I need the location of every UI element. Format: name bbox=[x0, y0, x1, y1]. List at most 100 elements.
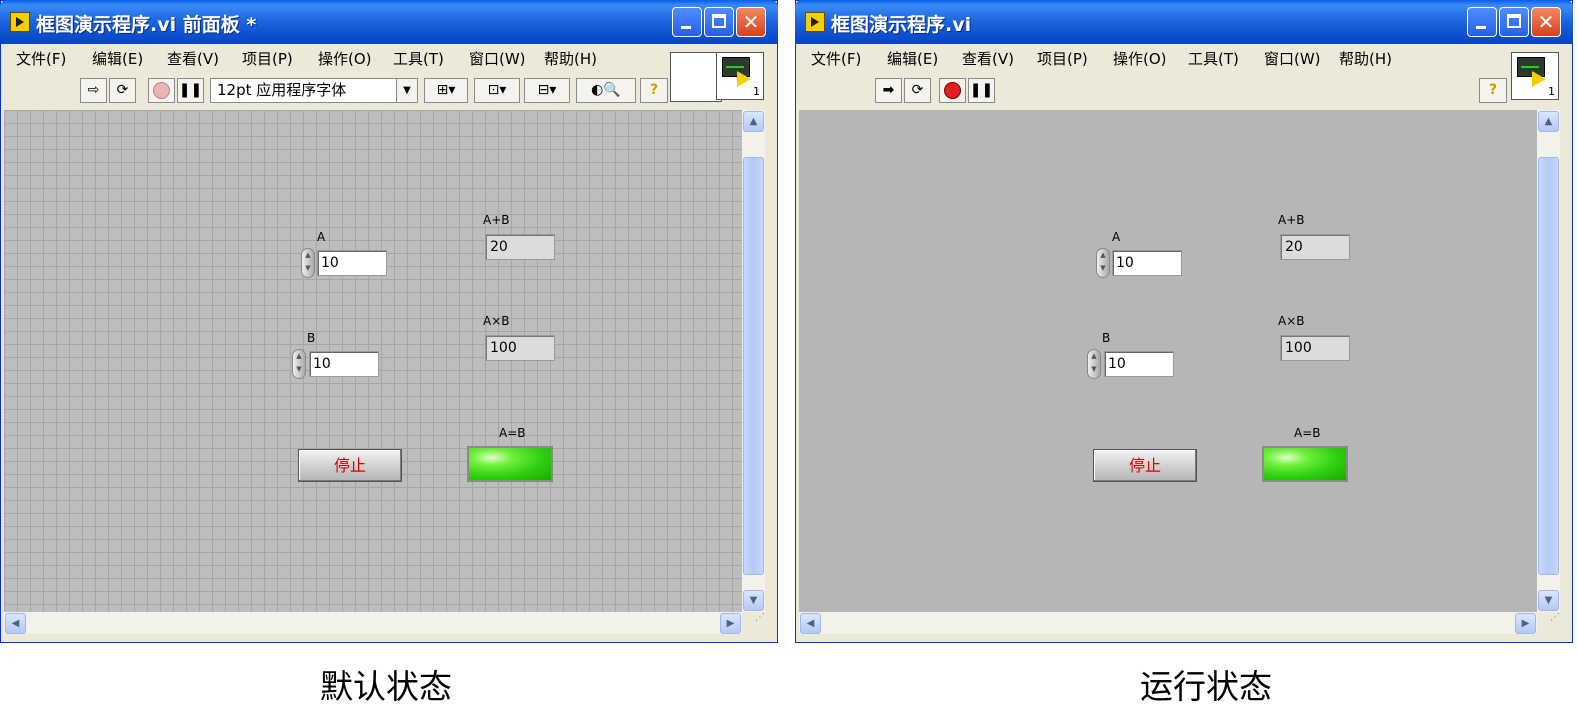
distribute-objects-button[interactable]: ⊡▾ bbox=[474, 78, 520, 103]
indicator-equal-label: A=B bbox=[499, 426, 526, 440]
menu-tools[interactable]: 工具(T) bbox=[393, 48, 444, 69]
stop-button[interactable]: 停止 bbox=[298, 449, 402, 482]
menu-tools[interactable]: 工具(T) bbox=[1188, 48, 1239, 69]
spinner-arrows-icon: ▲ ▼ bbox=[1091, 352, 1097, 373]
help-icon: ? bbox=[1488, 82, 1498, 98]
scroll-up-icon[interactable]: ▲ bbox=[1538, 111, 1559, 132]
maximize-button[interactable] bbox=[1499, 7, 1529, 37]
run-continuously-button[interactable]: ⟳ bbox=[904, 78, 931, 103]
front-panel-canvas[interactable]: A ▲ ▼ 10 A+B 20 B ▲ ▼ 10 A×B 100 A=B 停止 bbox=[799, 110, 1537, 612]
indicator-product-label: A×B bbox=[483, 314, 510, 328]
menu-help[interactable]: 帮助(H) bbox=[1339, 48, 1392, 69]
horizontal-scrollbar[interactable]: ◀ ▶ bbox=[4, 612, 742, 634]
control-b-input[interactable]: 10 bbox=[309, 351, 379, 377]
control-b-input[interactable]: 10 bbox=[1104, 351, 1174, 377]
resize-objects-icon: ⊟▾ bbox=[537, 82, 557, 98]
caption-run-state: 运行状态 bbox=[1140, 667, 1272, 706]
menu-window[interactable]: 窗口(W) bbox=[1264, 48, 1321, 69]
horizontal-scrollbar[interactable]: ◀ ▶ bbox=[799, 612, 1537, 634]
menu-help[interactable]: 帮助(H) bbox=[544, 48, 597, 69]
resize-objects-button[interactable]: ⊟▾ bbox=[524, 78, 570, 103]
window-title: 框图演示程序.vi bbox=[831, 14, 972, 36]
menu-operate[interactable]: 操作(O) bbox=[1113, 48, 1167, 69]
maximize-button[interactable] bbox=[704, 7, 734, 37]
indicator-equal-led bbox=[467, 446, 553, 482]
caption-default-state: 默认状态 bbox=[320, 667, 452, 706]
maximize-icon bbox=[712, 14, 726, 28]
minimize-button[interactable] bbox=[1467, 7, 1497, 37]
resize-grip-icon[interactable]: ⋰ bbox=[742, 612, 765, 634]
close-button[interactable]: ✕ bbox=[1531, 7, 1561, 37]
abort-button[interactable] bbox=[939, 78, 966, 103]
spinner-arrows-icon: ▲ ▼ bbox=[296, 352, 302, 373]
vi-arrow-icon bbox=[737, 71, 751, 87]
indicator-sum-value: 20 bbox=[485, 234, 555, 260]
pause-button[interactable]: ❚❚ bbox=[177, 78, 204, 103]
control-a-increment-decrement[interactable]: ▲ ▼ bbox=[1096, 248, 1110, 278]
abort-button[interactable] bbox=[148, 78, 175, 103]
control-b-increment-decrement[interactable]: ▲ ▼ bbox=[1087, 349, 1101, 379]
icon-pane-number: 1 bbox=[753, 85, 760, 98]
vertical-scrollbar[interactable]: ▲ ▼ bbox=[742, 110, 765, 612]
control-a-input[interactable]: 10 bbox=[317, 250, 387, 276]
vi-icon-pane[interactable]: 1 bbox=[716, 52, 764, 100]
spinner-arrows-icon: ▲ ▼ bbox=[1100, 251, 1106, 272]
scroll-right-icon[interactable]: ▶ bbox=[720, 613, 741, 634]
distribute-objects-icon: ⊡▾ bbox=[487, 82, 507, 98]
resize-grip-icon[interactable]: ⋰ bbox=[1537, 612, 1560, 634]
menu-bar: 文件(F) 编辑(E) 查看(V) 项目(P) 操作(O) 工具(T) 窗口(W… bbox=[799, 44, 1459, 74]
font-selector[interactable]: 12pt 应用程序字体 ▼ bbox=[210, 78, 418, 103]
vertical-scroll-thumb[interactable] bbox=[743, 157, 764, 575]
control-a-increment-decrement[interactable]: ▲ ▼ bbox=[301, 248, 315, 278]
menu-window[interactable]: 窗口(W) bbox=[469, 48, 526, 69]
align-objects-button[interactable]: ⊞▾ bbox=[424, 78, 468, 103]
context-help-button[interactable]: ? bbox=[640, 78, 668, 103]
scroll-left-icon[interactable]: ◀ bbox=[5, 613, 26, 634]
scroll-down-icon[interactable]: ▼ bbox=[1538, 590, 1559, 611]
menu-view[interactable]: 查看(V) bbox=[167, 48, 219, 69]
front-panel-canvas[interactable]: A ▲ ▼ 10 A+B 20 B ▲ ▼ 10 A×B 100 A=B 停止 bbox=[4, 110, 742, 612]
vi-icon-pane[interactable]: 1 bbox=[1511, 52, 1559, 100]
close-icon: ✕ bbox=[742, 10, 760, 34]
close-button[interactable]: ✕ bbox=[736, 7, 766, 37]
indicator-equal-led bbox=[1262, 446, 1348, 482]
stop-button[interactable]: 停止 bbox=[1093, 449, 1197, 482]
search-button[interactable]: ◐🔍 bbox=[576, 78, 636, 103]
menu-file[interactable]: 文件(F) bbox=[16, 48, 66, 69]
control-a-input[interactable]: 10 bbox=[1112, 250, 1182, 276]
toolbar: ➡ ⟳ ❚❚ ? bbox=[799, 74, 1507, 108]
vertical-scrollbar[interactable]: ▲ ▼ bbox=[1537, 110, 1560, 612]
title-bar[interactable]: 框图演示程序.vi 前面板 * ✕ bbox=[0, 0, 778, 44]
scroll-left-icon[interactable]: ◀ bbox=[800, 613, 821, 634]
chevron-down-icon: ▼ bbox=[396, 79, 417, 102]
context-help-button[interactable]: ? bbox=[1479, 78, 1507, 103]
title-bar[interactable]: 框图演示程序.vi ✕ bbox=[795, 0, 1573, 44]
menu-project[interactable]: 项目(P) bbox=[1037, 48, 1088, 69]
control-b-increment-decrement[interactable]: ▲ ▼ bbox=[292, 349, 306, 379]
menu-file[interactable]: 文件(F) bbox=[811, 48, 861, 69]
minimize-button[interactable] bbox=[672, 7, 702, 37]
front-panel-window-edit: 框图演示程序.vi 前面板 * ✕ 文件(F) 编辑(E) 查看(V) 项目(P… bbox=[0, 0, 778, 643]
scroll-right-icon[interactable]: ▶ bbox=[1515, 613, 1536, 634]
menu-edit[interactable]: 编辑(E) bbox=[887, 48, 938, 69]
run-continuously-icon: ⟳ bbox=[116, 82, 129, 98]
menu-view[interactable]: 查看(V) bbox=[962, 48, 1014, 69]
run-button-active[interactable]: ➡ bbox=[875, 78, 902, 103]
indicator-product-value: 100 bbox=[1280, 335, 1350, 361]
run-button[interactable]: ⇨ bbox=[80, 78, 107, 103]
menu-bar: 文件(F) 编辑(E) 查看(V) 项目(P) 操作(O) 工具(T) 窗口(W… bbox=[4, 44, 664, 74]
pause-icon: ❚❚ bbox=[969, 82, 994, 98]
labview-vi-icon bbox=[805, 12, 825, 32]
help-icon: ? bbox=[649, 82, 659, 98]
vertical-scroll-thumb[interactable] bbox=[1538, 157, 1559, 575]
menu-operate[interactable]: 操作(O) bbox=[318, 48, 372, 69]
connector-pane[interactable] bbox=[670, 52, 722, 102]
pause-button[interactable]: ❚❚ bbox=[968, 78, 995, 103]
vi-arrow-icon bbox=[1532, 71, 1546, 87]
scroll-down-icon[interactable]: ▼ bbox=[743, 590, 764, 611]
menu-edit[interactable]: 编辑(E) bbox=[92, 48, 143, 69]
run-continuously-button[interactable]: ⟳ bbox=[109, 78, 136, 103]
scroll-up-icon[interactable]: ▲ bbox=[743, 111, 764, 132]
menu-project[interactable]: 项目(P) bbox=[242, 48, 293, 69]
search-icon: ◐🔍 bbox=[591, 82, 621, 98]
